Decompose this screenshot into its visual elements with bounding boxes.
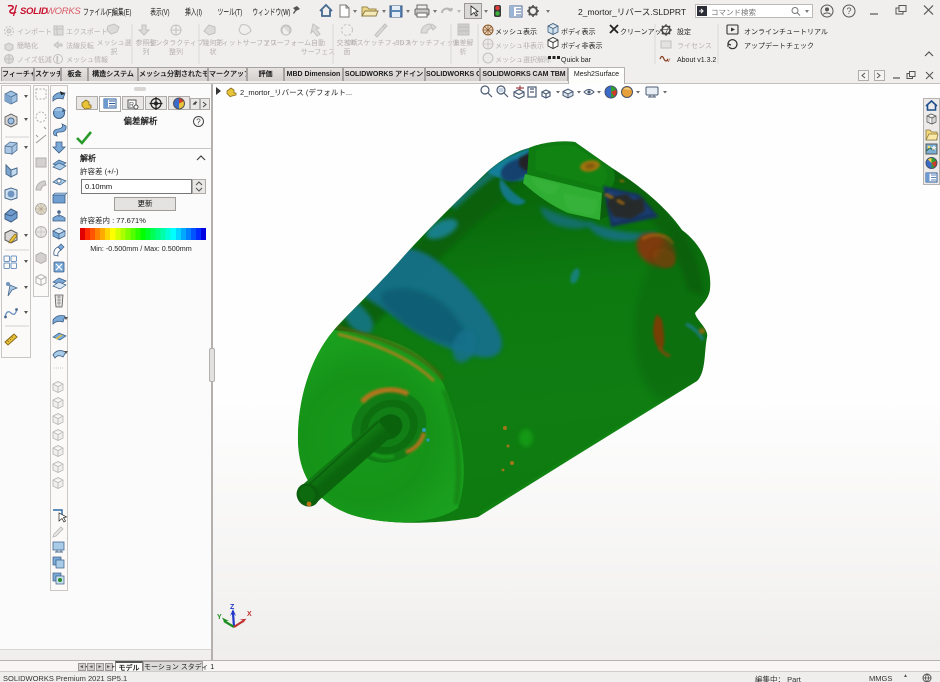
- svg-text:Quick bar: Quick bar: [561, 57, 592, 64]
- svg-text:フリーフォーム: フリーフォーム: [263, 39, 311, 47]
- svg-text:Z: Z: [230, 604, 235, 611]
- svg-text:i: i: [57, 57, 59, 64]
- svg-text:?: ?: [847, 6, 852, 16]
- svg-text:偏差解: 偏差解: [453, 38, 474, 47]
- svg-text:状: 状: [210, 47, 217, 56]
- svg-text:X: X: [247, 611, 252, 618]
- svg-text:メッシュ表示: メッシュ表示: [495, 27, 537, 36]
- svg-text:ライセンス: ライセンス: [677, 42, 712, 50]
- svg-text:インタラクティブ: インタラクティブ: [148, 38, 204, 47]
- svg-text:Y: Y: [217, 614, 222, 621]
- svg-text:R: R: [129, 102, 134, 109]
- svg-text:択: 択: [111, 47, 118, 56]
- svg-text:エクスポート: エクスポート: [66, 28, 108, 36]
- svg-text:メッシュ選択解除: メッシュ選択解除: [495, 55, 551, 64]
- svg-text:ボディ非表示: ボディ非表示: [561, 41, 603, 50]
- svg-text:About v1.3.2: About v1.3.2: [677, 57, 716, 64]
- svg-text:アップデートチェック: アップデートチェック: [744, 41, 814, 50]
- svg-text:ノイズ低減: ノイズ低減: [17, 55, 52, 64]
- svg-text:メッシュ選: メッシュ選: [97, 38, 132, 47]
- svg-text:?: ?: [196, 118, 201, 127]
- svg-text:面: 面: [344, 48, 351, 56]
- svg-text:ボディ表示: ボディ表示: [561, 27, 596, 36]
- svg-text:整列: 整列: [169, 47, 183, 56]
- svg-text:メッシュ情報: メッシュ情報: [66, 55, 108, 64]
- svg-text:簡略化: 簡略化: [17, 41, 38, 50]
- svg-text:列: 列: [143, 47, 150, 56]
- svg-text:v: v: [667, 58, 671, 64]
- svg-text:インポート: インポート: [17, 28, 52, 36]
- svg-text:設定: 設定: [677, 27, 691, 36]
- svg-text:オンラインチュートリアル: オンラインチュートリアル: [744, 28, 828, 36]
- svg-text:法線反転: 法線反転: [66, 41, 94, 50]
- svg-text:自動: 自動: [311, 38, 325, 47]
- svg-text:メッシュ非表示: メッシュ非表示: [495, 41, 544, 50]
- svg-text:サーフェス: サーフェス: [301, 48, 336, 56]
- svg-text:析: 析: [460, 47, 467, 56]
